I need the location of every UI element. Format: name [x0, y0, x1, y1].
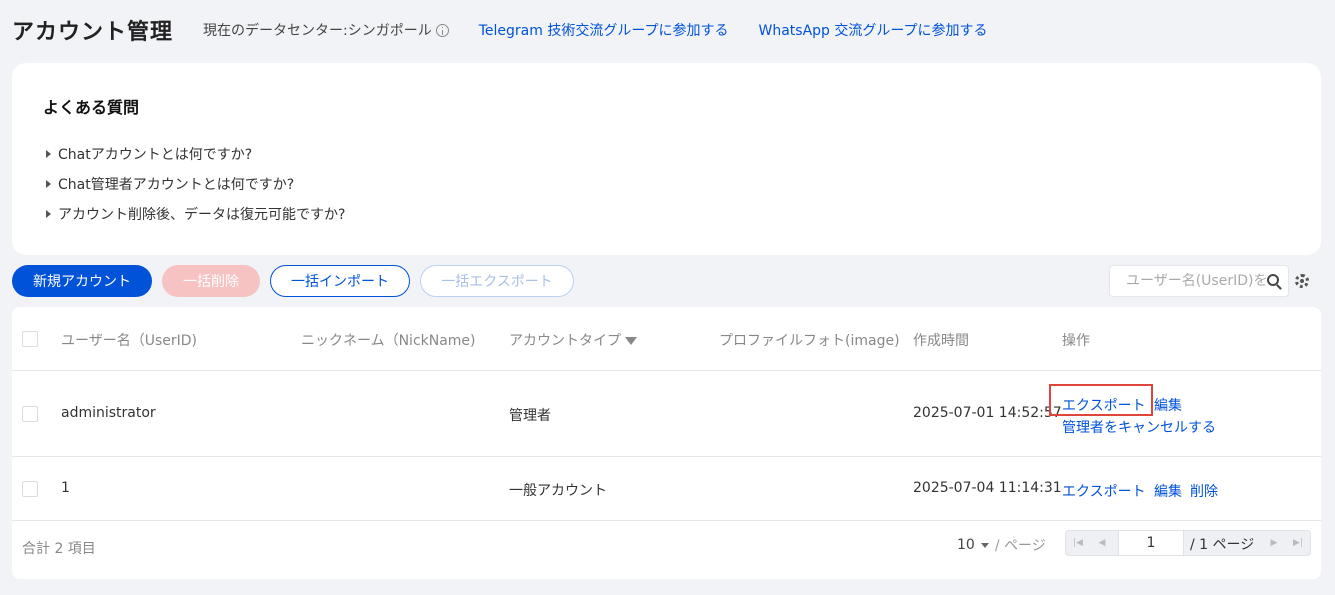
- pagination: |◀ ◀ 1 / 1 ページ ▶ ▶|: [1065, 530, 1311, 556]
- bulk-delete-button[interactable]: 一括削除: [162, 265, 260, 297]
- info-icon[interactable]: [435, 23, 449, 37]
- column-header-type-label: アカウントタイプ: [509, 333, 621, 349]
- cell-userid: 1: [61, 480, 70, 496]
- column-header-image: プロファイルフォト(image): [719, 333, 900, 349]
- faq-card: よくある質問 Chatアカウントとは何ですか? Chat管理者アカウントとは何で…: [12, 63, 1321, 255]
- table-header-row: ユーザー名（UserID) ニックネーム（NickName) アカウントタイプ …: [12, 307, 1321, 371]
- faq-list: Chatアカウントとは何ですか? Chat管理者アカウントとは何ですか? アカウ…: [46, 139, 345, 229]
- gear-icon[interactable]: [1295, 274, 1309, 288]
- faq-item[interactable]: Chatアカウントとは何ですか?: [46, 139, 345, 169]
- export-link[interactable]: エクスポート: [1062, 481, 1146, 501]
- search-input[interactable]: [1126, 273, 1266, 289]
- row-checkbox[interactable]: [22, 481, 38, 497]
- cell-created: 2025-07-01 14:52:57: [913, 405, 1062, 421]
- page-input[interactable]: 1: [1118, 531, 1184, 555]
- cell-type: 一般アカウント: [509, 483, 607, 499]
- edit-link[interactable]: 編集: [1154, 395, 1182, 415]
- per-page-label: / ページ: [994, 538, 1046, 554]
- bulk-import-button[interactable]: 一括インポート: [270, 265, 410, 297]
- table-row: 1 一般アカウント 2025-07-04 11:14:31 エクスポート 編集 …: [12, 457, 1321, 521]
- caret-right-icon: [46, 180, 51, 188]
- faq-item-label: Chat管理者アカウントとは何ですか?: [58, 177, 295, 193]
- toolbar: 新規アカウント 一括削除 一括インポート 一括エクスポート: [12, 265, 1321, 297]
- row-checkbox[interactable]: [22, 406, 38, 422]
- column-header-actions: 操作: [1062, 333, 1090, 349]
- column-header-created: 作成時間: [913, 333, 969, 349]
- faq-item[interactable]: Chat管理者アカウントとは何ですか?: [46, 169, 345, 199]
- delete-link[interactable]: 削除: [1190, 481, 1218, 501]
- next-page-icon[interactable]: ▶: [1262, 531, 1286, 555]
- page-size-value: 10: [957, 537, 975, 553]
- cell-type: 管理者: [509, 408, 551, 424]
- caret-right-icon: [46, 210, 51, 218]
- page-header: アカウント管理 現在のデータセンター:シンガポール Telegram 技術交流グ…: [12, 12, 988, 48]
- faq-item-label: Chatアカウントとは何ですか?: [58, 147, 253, 163]
- datacenter-label: 現在のデータセンター:シンガポール: [203, 20, 449, 40]
- first-page-icon[interactable]: |◀: [1066, 531, 1090, 555]
- page-size-select[interactable]: 10 / ページ: [957, 535, 1046, 555]
- datacenter-text: 現在のデータセンター:シンガポール: [203, 23, 432, 39]
- chevron-down-icon: [980, 542, 989, 548]
- last-page-icon[interactable]: ▶|: [1286, 531, 1310, 555]
- account-table: ユーザー名（UserID) ニックネーム（NickName) アカウントタイプ …: [12, 307, 1321, 579]
- bulk-export-button[interactable]: 一括エクスポート: [420, 265, 574, 297]
- cell-created: 2025-07-04 11:14:31: [913, 480, 1062, 496]
- filter-icon[interactable]: [625, 337, 637, 345]
- select-all-checkbox[interactable]: [22, 331, 38, 347]
- cell-userid: administrator: [61, 405, 156, 421]
- total-count: 合計 2 項目: [22, 541, 96, 557]
- telegram-group-link[interactable]: Telegram 技術交流グループに参加する: [479, 20, 729, 40]
- column-header-nickname: ニックネーム（NickName): [301, 333, 476, 349]
- prev-page-icon[interactable]: ◀: [1090, 531, 1114, 555]
- search-icon[interactable]: [1267, 274, 1279, 286]
- edit-link[interactable]: 編集: [1154, 481, 1182, 501]
- search-box: [1109, 265, 1289, 297]
- highlight-box: [1049, 384, 1153, 416]
- new-account-button[interactable]: 新規アカウント: [12, 265, 152, 297]
- whatsapp-group-link[interactable]: WhatsApp 交流グループに参加する: [759, 20, 988, 40]
- page-title: アカウント管理: [12, 20, 174, 45]
- caret-right-icon: [46, 150, 51, 158]
- faq-item-label: アカウント削除後、データは復元可能ですか?: [58, 207, 346, 223]
- faq-title: よくある質問: [43, 98, 140, 117]
- cancel-admin-link[interactable]: 管理者をキャンセルする: [1062, 417, 1216, 437]
- column-header-type: アカウントタイプ: [509, 330, 637, 350]
- faq-item[interactable]: アカウント削除後、データは復元可能ですか?: [46, 199, 345, 229]
- total-pages-label: / 1 ページ: [1190, 537, 1255, 553]
- column-header-userid: ユーザー名（UserID): [61, 333, 198, 349]
